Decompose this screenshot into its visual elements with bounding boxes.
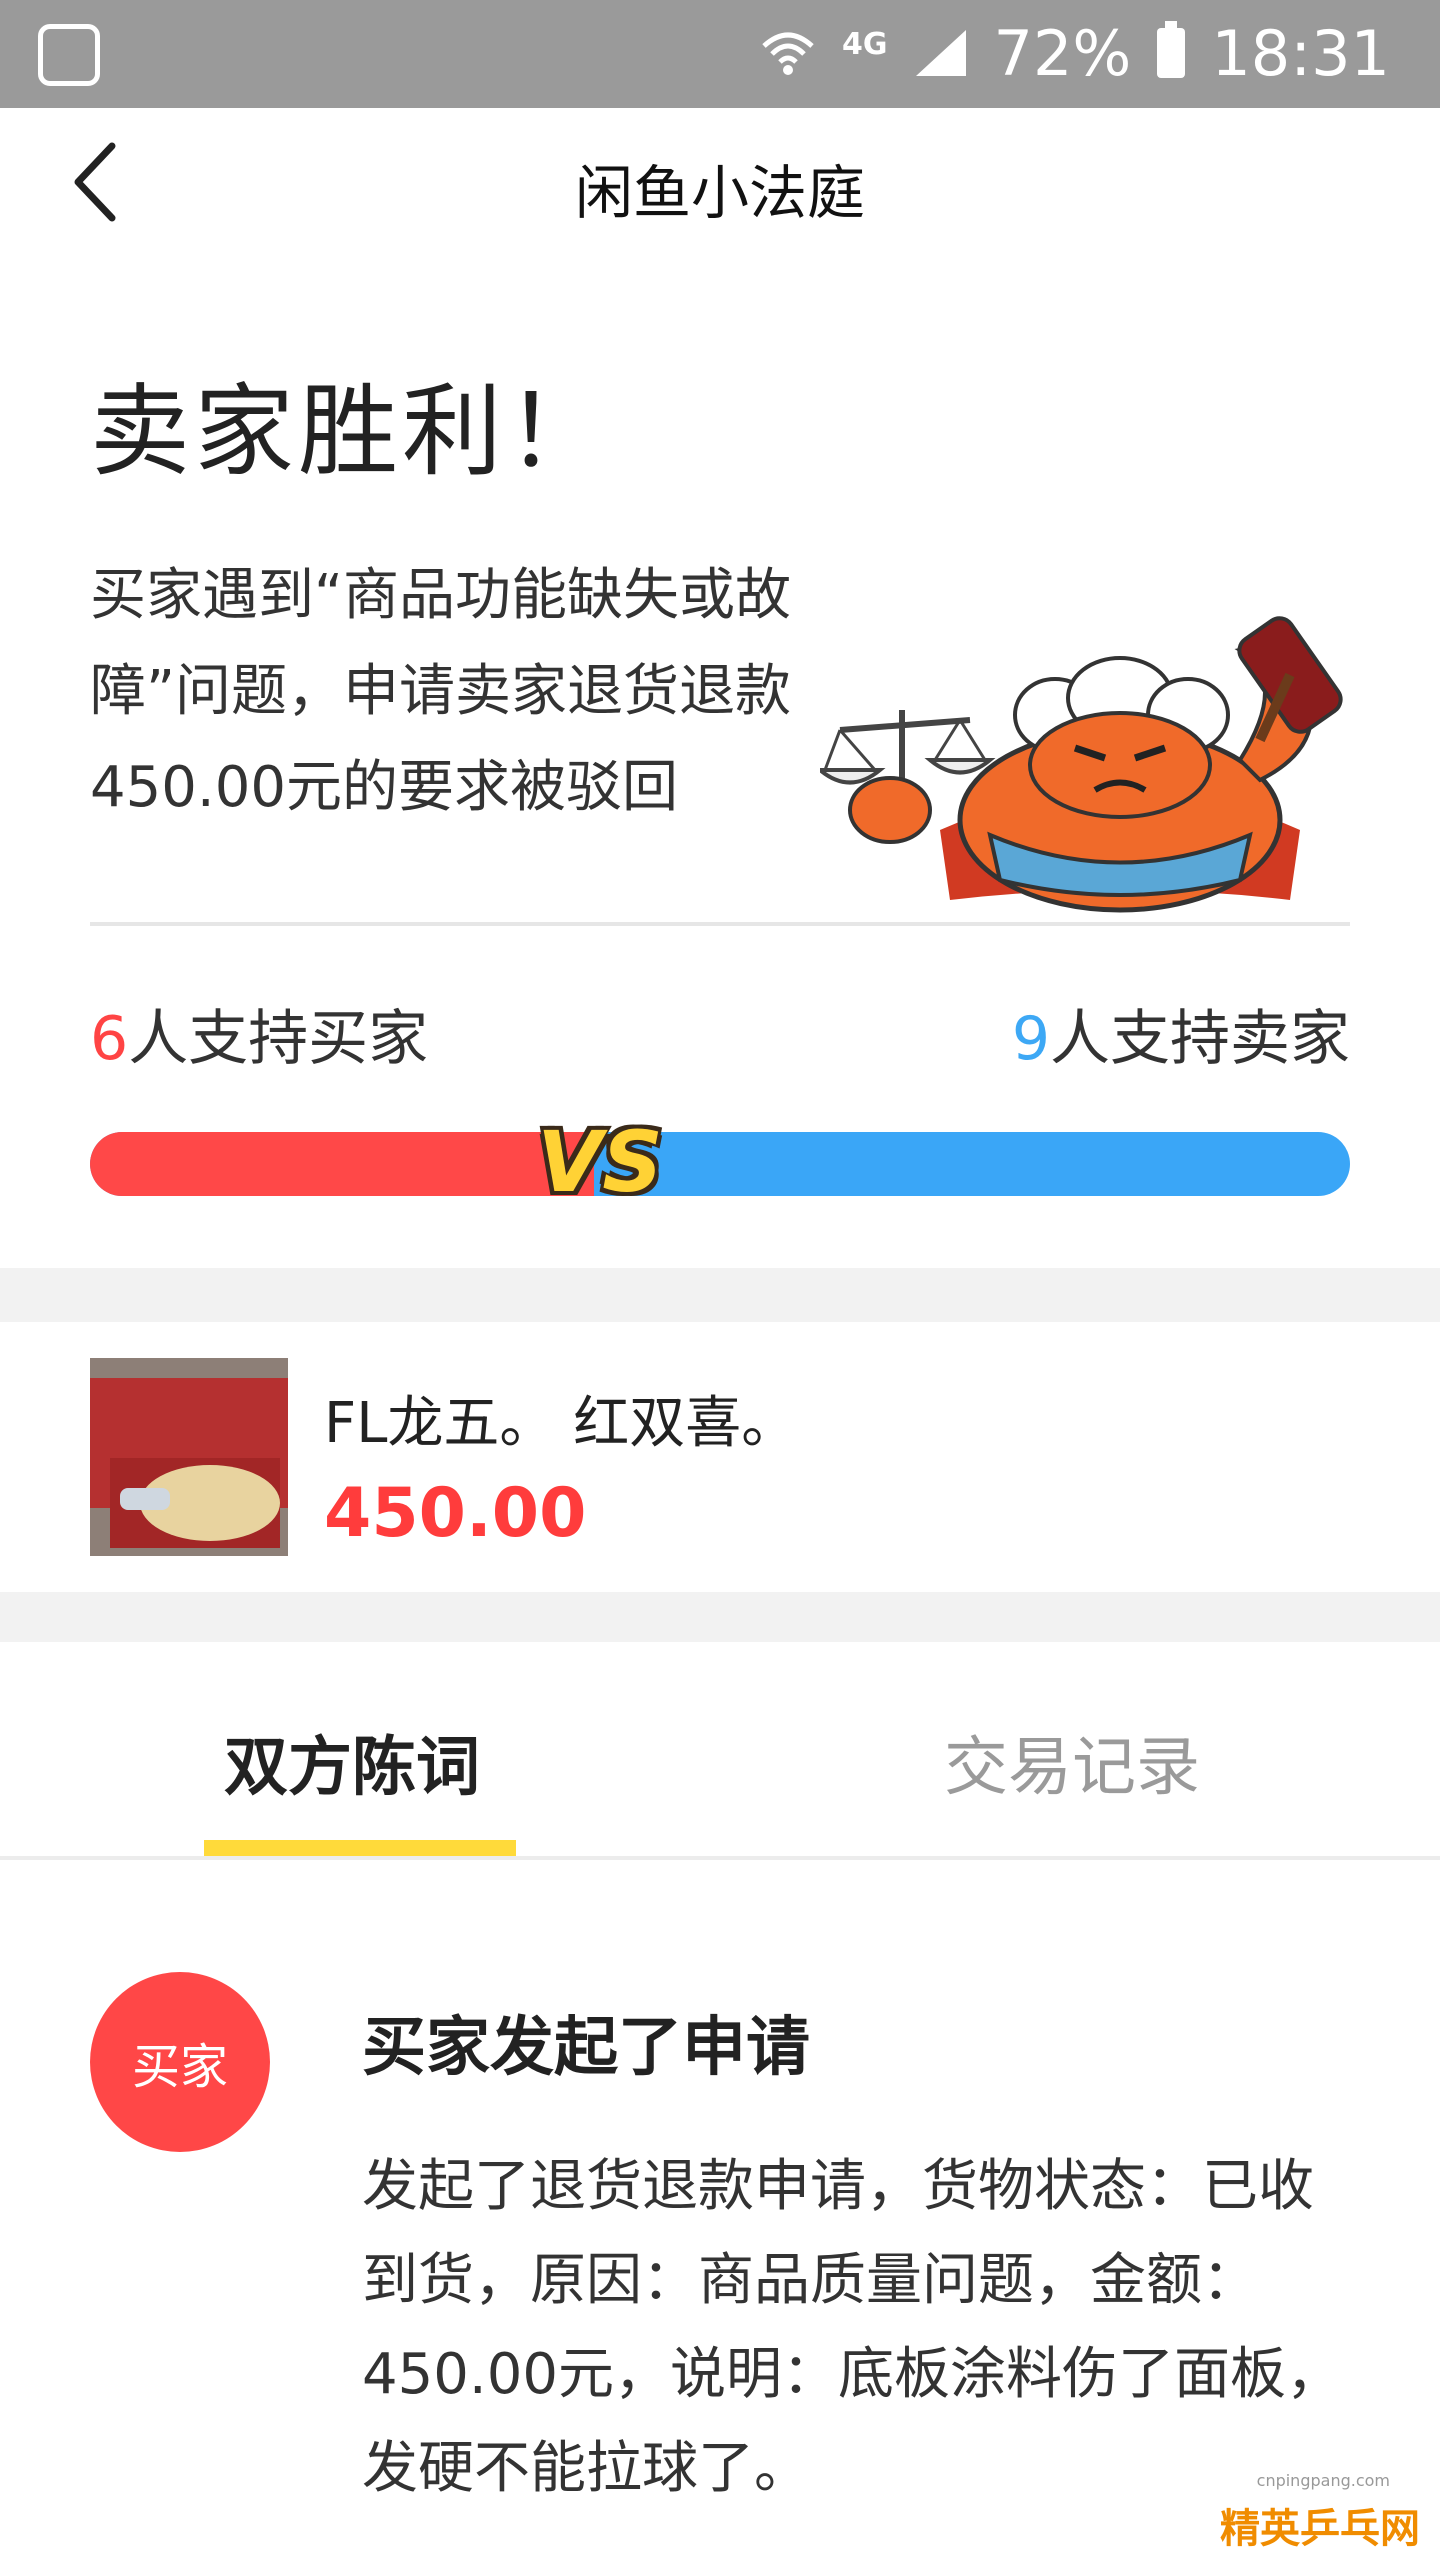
- tab-transaction-records[interactable]: 交易记录: [944, 1716, 1200, 1808]
- section-gap: [0, 1592, 1440, 1642]
- seller-support-label: 人支持卖家: [1050, 1004, 1350, 1074]
- product-name[interactable]: FL龙五。 红双喜。: [324, 1378, 797, 1459]
- crab-judge-illustration: [820, 616, 1343, 913]
- watermark-logo: 精英乒乓网: [1220, 2506, 1420, 2552]
- verdict-description: 买家遇到“商品功能缺失或故障”问题，申请卖家退货退款450.00元的要求被驳回: [90, 563, 792, 820]
- section-gap: [0, 1268, 1440, 1322]
- event-title: 买家发起了申请: [362, 2011, 810, 2085]
- buyer-vote-fill: [90, 1132, 594, 1196]
- buyer-avatar: 买家: [90, 1972, 270, 2152]
- vote-progress-bar: [90, 1132, 1350, 1196]
- buyer-support: 6人支持买家: [90, 990, 428, 1077]
- page-title: 闲鱼小法庭: [574, 159, 865, 227]
- nav-bar: 闲鱼小法庭: [0, 108, 1440, 254]
- vs-badge: VS: [537, 1113, 663, 1211]
- status-bar: 4G 72% 18:31: [0, 0, 1440, 108]
- tab-statements[interactable]: 双方陈词: [224, 1716, 480, 1808]
- buyer-support-count: 6: [90, 1004, 129, 1074]
- product-price: 450.00: [324, 1474, 587, 1553]
- active-tab-indicator: [204, 1840, 516, 1856]
- battery-percentage: 72%: [993, 16, 1132, 90]
- signal-icon: [915, 30, 966, 76]
- watermark-url: cnpingpang.com: [1256, 2471, 1390, 2490]
- wifi-icon: [762, 32, 814, 75]
- network-type: 4G: [842, 26, 888, 62]
- tabs-divider: [0, 1856, 1440, 1860]
- battery-icon: [1157, 21, 1186, 78]
- status-indicators: 4G 72% 18:31: [760, 16, 1390, 90]
- buyer-support-label: 人支持买家: [128, 1004, 429, 1074]
- tab-bar: 双方陈词 交易记录: [0, 1642, 1440, 1860]
- clock: 18:31: [1211, 16, 1390, 90]
- baidu-app-icon: [38, 24, 100, 86]
- seller-support: 9人支持卖家: [1012, 990, 1350, 1077]
- event-description: 发起了退货退款申请，货物状态：已收到货，原因：商品质量问题，金额：450.00元…: [362, 2154, 1342, 2501]
- seller-support-count: 9: [1011, 1004, 1050, 1074]
- verdict-title: 卖家胜利！: [90, 373, 610, 490]
- product-thumbnail[interactable]: [90, 1358, 288, 1556]
- gavel-icon: [1237, 616, 1343, 743]
- divider: [90, 922, 1350, 926]
- product-card[interactable]: FL龙五。 红双喜。 450.00: [0, 1322, 1440, 1592]
